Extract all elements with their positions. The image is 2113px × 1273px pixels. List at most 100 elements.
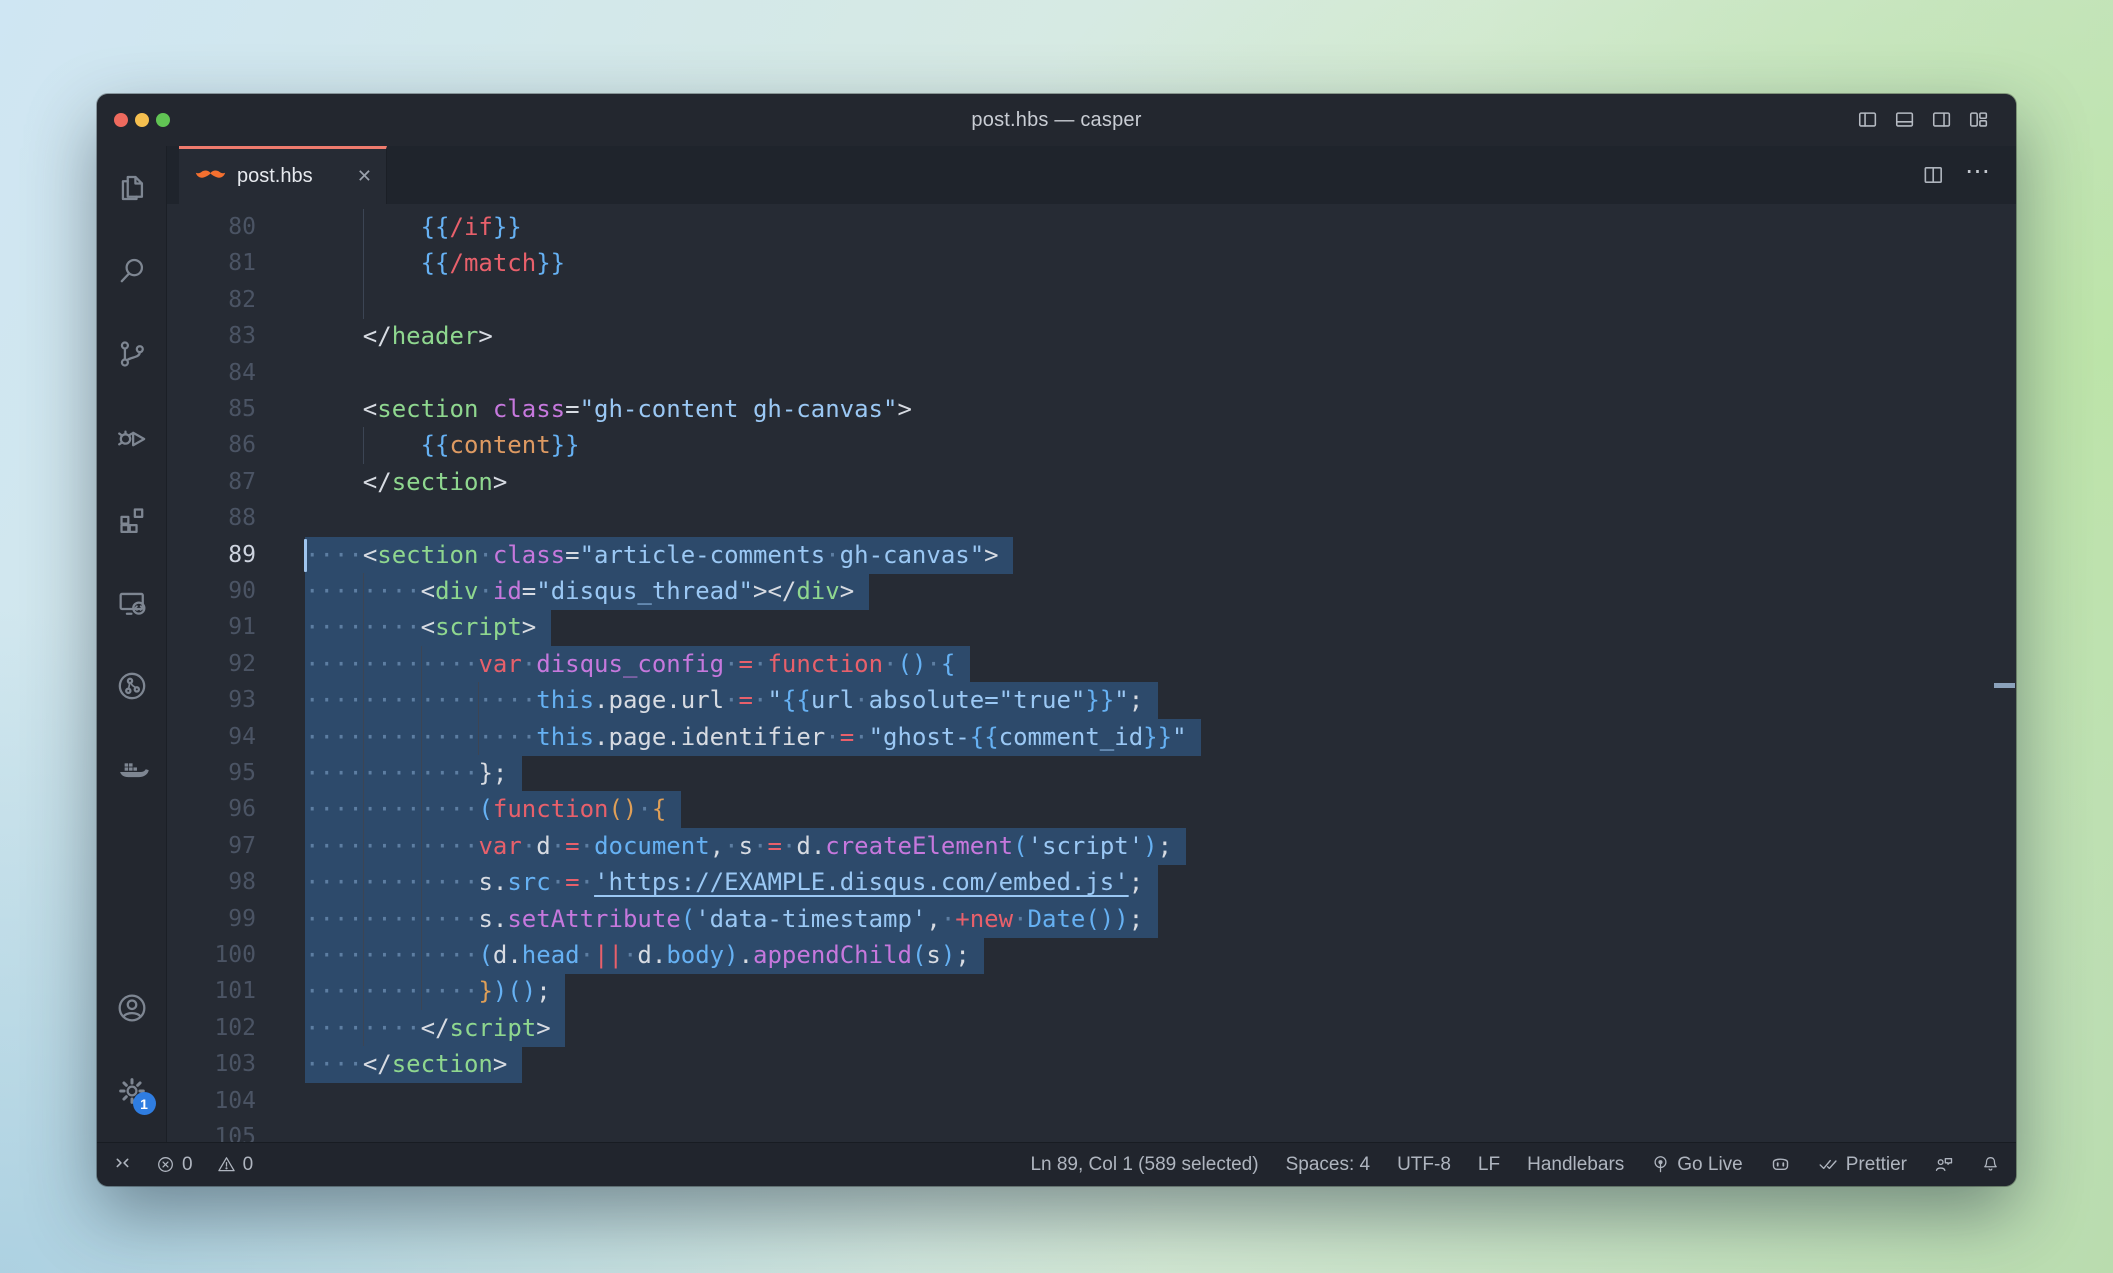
code-line-89[interactable]: 89 ····<section·class="article-comments·g… <box>167 537 2016 574</box>
code-line-86[interactable]: 86 {{content}} <box>167 427 2016 464</box>
status-bar: 0 0 Ln 89, Col 1 (589 selected) Spaces: 4 U… <box>97 1142 2016 1186</box>
window-title: post.hbs — casper <box>97 109 2016 132</box>
code-line-88[interactable]: 88 <box>167 500 2016 537</box>
code-line-96[interactable]: 96············(function()·{ <box>167 791 2016 828</box>
code-line-104[interactable]: 104 <box>167 1083 2016 1120</box>
handlebars-icon <box>195 167 226 187</box>
code-line-105[interactable]: 105 <box>167 1119 2016 1142</box>
line-number: 100 <box>167 937 256 974</box>
activity-bar-item-docker[interactable] <box>105 737 159 801</box>
code-line-99[interactable]: 99 ············s.setAttribute('data-times… <box>167 901 2016 938</box>
line-number: 102 <box>167 1010 256 1047</box>
code-editor[interactable]: 80 {{/if}}81 {{/match}}8283 </header>848… <box>167 204 2016 1142</box>
toggle-secondary-sidebar-icon[interactable] <box>1931 109 1953 131</box>
status-item-warning[interactable]: 0 <box>217 1154 254 1176</box>
code-text: ········<div·id="disqus_thread"></div> <box>305 573 854 610</box>
status-item-utf-8[interactable]: UTF-8 <box>1397 1154 1451 1176</box>
status-label: Handlebars <box>1527 1154 1624 1176</box>
code-line-85[interactable]: 85 <section class="gh-content gh-canvas"… <box>167 391 2016 428</box>
line-number: 87 <box>167 464 256 501</box>
activity-bar-item-run-debug[interactable] <box>105 405 159 469</box>
code-text: ············var·d·=·document,·s·=·d.crea… <box>305 828 1172 865</box>
activity-bar-item-search[interactable] <box>105 239 159 303</box>
status-item-double-check[interactable]: Prettier <box>1818 1154 1907 1176</box>
customize-layout-icon[interactable] <box>1968 109 1990 131</box>
account-icon <box>115 991 149 1025</box>
code-text: ····<section·class="article-comments·gh-… <box>305 537 999 574</box>
status-item-spaces-4[interactable]: Spaces: 4 <box>1286 1154 1371 1176</box>
extensions-icon <box>115 503 149 537</box>
code-text: ············s.setAttribute('data-timesta… <box>305 901 1143 938</box>
code-line-82[interactable]: 82 <box>167 282 2016 319</box>
status-bar-right: Ln 89, Col 1 (589 selected) Spaces: 4 UTF-… <box>1030 1154 2000 1176</box>
remote-explorer-icon <box>115 586 149 620</box>
code-line-80[interactable]: 80 {{/if}} <box>167 209 2016 246</box>
code-line-98[interactable]: 98 ············s.src·=·'https://EXAMPLE.d… <box>167 864 2016 901</box>
line-number: 104 <box>167 1083 256 1120</box>
warning-icon <box>217 1155 236 1174</box>
code-text: <section class="gh-content gh-canvas"> <box>305 391 912 428</box>
code-line-94[interactable]: 94················this.page.identifier·=… <box>167 719 2016 756</box>
status-item-remote[interactable] <box>113 1155 132 1174</box>
status-item-handlebars[interactable]: Handlebars <box>1527 1154 1624 1176</box>
activity-bar-item-settings[interactable]: 1 <box>105 1059 159 1123</box>
code-line-92[interactable]: 92············var·disqus_config·=·functi… <box>167 646 2016 683</box>
activity-bar-item-source-control[interactable] <box>105 322 159 386</box>
close-tab-icon[interactable]: ✕ <box>357 166 372 187</box>
code-text: </section> <box>305 464 507 501</box>
tab-post-hbs[interactable]: post.hbs ✕ <box>179 146 387 204</box>
toggle-panel-icon[interactable] <box>1894 109 1916 131</box>
line-number: 88 <box>167 500 256 537</box>
status-item-broadcast[interactable]: Go Live <box>1651 1154 1742 1176</box>
code-line-102[interactable]: 102 ········</script> <box>167 1010 2016 1047</box>
activity-bar: 1 <box>97 146 167 1142</box>
line-number: 89 <box>167 537 256 574</box>
code-line-101[interactable]: 101············})(); <box>167 973 2016 1010</box>
status-item-bell[interactable] <box>1981 1155 2000 1174</box>
activity-bar-item-extensions[interactable] <box>105 488 159 552</box>
git-graph-icon <box>115 669 149 703</box>
line-number: 97 <box>167 828 256 865</box>
status-item-error[interactable]: 0 <box>156 1154 193 1176</box>
line-number: 98 <box>167 864 256 901</box>
status-label: 0 <box>182 1154 193 1176</box>
status-label: UTF-8 <box>1397 1154 1451 1176</box>
code-line-81[interactable]: 81 {{/match}} <box>167 245 2016 282</box>
line-number: 81 <box>167 245 256 282</box>
status-item-feedback[interactable] <box>1934 1155 1954 1175</box>
code-line-91[interactable]: 91········<script> <box>167 609 2016 646</box>
line-number: 96 <box>167 791 256 828</box>
status-item-lf[interactable]: LF <box>1478 1154 1500 1176</box>
double-check-icon <box>1818 1154 1839 1175</box>
code-line-84[interactable]: 84 <box>167 355 2016 392</box>
titlebar[interactable]: post.hbs — casper <box>97 94 2016 146</box>
code-line-97[interactable]: 97 ············var·d·=·document,·s·=·d.cr… <box>167 828 2016 865</box>
code-line-83[interactable]: 83 </header> <box>167 318 2016 355</box>
code-line-90[interactable]: 90········<div·id="disqus_thread"></div> <box>167 573 2016 610</box>
code-line-100[interactable]: 100············(d.head·||·d.body).append… <box>167 937 2016 974</box>
activity-bar-item-explorer[interactable] <box>105 156 159 220</box>
code-line-87[interactable]: 87 </section> <box>167 464 2016 501</box>
code-line-93[interactable]: 93················this.page.url·=·"{{url… <box>167 682 2016 719</box>
line-number: 99 <box>167 901 256 938</box>
code-line-103[interactable]: 103····</section> <box>167 1046 2016 1083</box>
code-text: ····</section> <box>305 1046 507 1083</box>
split-editor-icon[interactable] <box>1922 164 1945 187</box>
status-item-copilot[interactable] <box>1770 1154 1791 1175</box>
code-text: ················this.page.identifier·=·"… <box>305 719 1187 756</box>
toggle-primary-sidebar-icon[interactable] <box>1857 109 1879 131</box>
code-line-95[interactable]: 95············}; <box>167 755 2016 792</box>
vscode-window: post.hbs — casper 1 post.hbs ✕ ⋯ 80 {{/i… <box>97 94 2016 1186</box>
code-text: ········</script> <box>305 1010 551 1047</box>
status-label: Spaces: 4 <box>1286 1154 1371 1176</box>
activity-bar-item-account[interactable] <box>105 976 159 1040</box>
line-number: 92 <box>167 646 256 683</box>
docker-icon <box>115 752 149 786</box>
copilot-icon <box>1770 1154 1791 1175</box>
activity-bar-item-remote-explorer[interactable] <box>105 571 159 635</box>
line-number: 101 <box>167 973 256 1010</box>
activity-bar-item-git-graph[interactable] <box>105 654 159 718</box>
code-text: ············s.src·=·'https://EXAMPLE.dis… <box>305 864 1143 901</box>
code-text: {{/if}} <box>305 209 522 246</box>
status-item-ln-89-col-1-589-selected[interactable]: Ln 89, Col 1 (589 selected) <box>1030 1154 1258 1176</box>
